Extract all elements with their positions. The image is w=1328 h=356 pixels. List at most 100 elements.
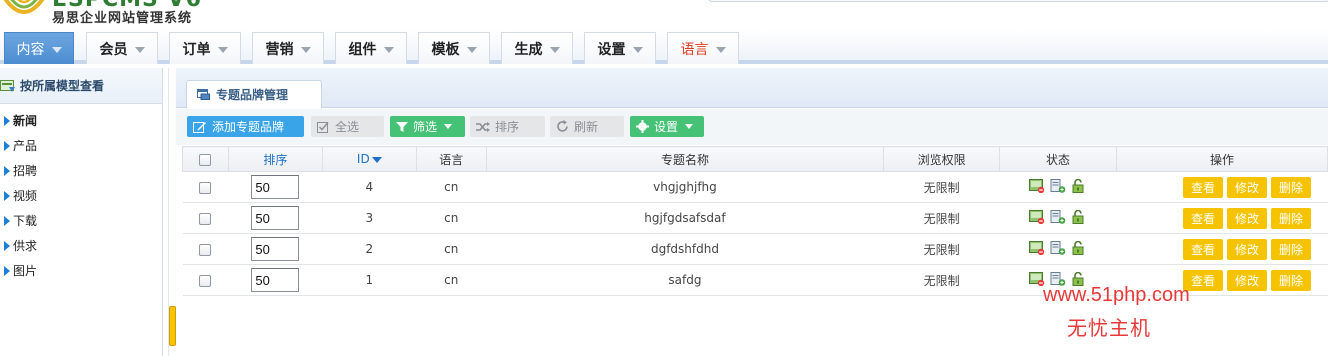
sort-button[interactable]: 排序 xyxy=(470,116,545,137)
status-icons xyxy=(1029,209,1087,224)
sidebar-collapse-handle[interactable] xyxy=(169,306,176,346)
nav-template[interactable]: 模板 xyxy=(418,32,490,64)
delete-button[interactable]: 删除 xyxy=(1270,238,1311,260)
sidebar-item-product[interactable]: 产品 xyxy=(0,133,162,158)
nav-content[interactable]: 内容 xyxy=(4,32,74,64)
view-button[interactable]: 查看 xyxy=(1182,238,1223,260)
unlock-icon[interactable] xyxy=(1071,178,1087,193)
row-actions: 查看 修改 删除 xyxy=(1182,176,1311,198)
operations-cell: 查看 修改 删除 xyxy=(1116,233,1328,265)
refresh-button[interactable]: 刷新 xyxy=(550,116,624,137)
checkbox-icon xyxy=(317,121,329,133)
id-cell: 2 xyxy=(322,233,417,265)
checkbox[interactable] xyxy=(199,153,212,166)
row-checkbox[interactable] xyxy=(199,212,212,225)
edit-button[interactable]: 修改 xyxy=(1226,238,1267,260)
nav-marketing[interactable]: 营销 xyxy=(252,32,324,64)
gear-icon xyxy=(636,120,649,133)
nav-member[interactable]: 会员 xyxy=(86,32,158,64)
permission-cell: 无限制 xyxy=(883,171,1000,203)
tab-bar: 专题品牌管理 xyxy=(176,68,1328,109)
unlock-icon[interactable] xyxy=(1071,209,1087,224)
table-body: 4cnvhgjghjfhg无限制查看修改删除3cnhgjfgdsafsdaf无限… xyxy=(182,171,1328,296)
triangle-right-icon xyxy=(4,140,10,151)
sidebar-title: 按所属模型查看 xyxy=(20,79,105,93)
header-id[interactable]: ID xyxy=(321,146,417,172)
sidebar-item-news[interactable]: 新闻 xyxy=(0,108,162,133)
header-operations: 操作 xyxy=(1115,146,1328,172)
chevron-down-icon xyxy=(549,46,560,53)
document-lock-icon[interactable] xyxy=(1050,209,1066,224)
chevron-down-icon xyxy=(444,124,453,129)
delete-button[interactable]: 删除 xyxy=(1270,176,1311,198)
row-checkbox[interactable] xyxy=(199,181,212,194)
image-icon[interactable] xyxy=(1029,178,1045,193)
filter-dropdown-button[interactable]: 筛选 xyxy=(390,116,465,137)
sidebar-item-download[interactable]: 下载 xyxy=(0,208,162,233)
settings-dropdown-button[interactable]: 设置 xyxy=(630,116,704,137)
nav-language[interactable]: 语言 xyxy=(667,32,739,64)
sort-order-input[interactable] xyxy=(251,175,300,199)
row-checkbox[interactable] xyxy=(199,274,212,287)
sort-cell xyxy=(228,171,323,203)
delete-button[interactable]: 删除 xyxy=(1270,269,1311,291)
operations-cell: 查看 修改 删除 xyxy=(1116,202,1328,234)
header-select-all[interactable] xyxy=(182,146,229,172)
topic-name-cell: vhgjghjfhg xyxy=(486,171,884,203)
row-actions: 查看 修改 删除 xyxy=(1182,269,1311,291)
chevron-down-icon xyxy=(383,46,394,53)
sort-cell xyxy=(228,202,323,234)
sort-order-input[interactable] xyxy=(251,206,300,230)
view-button[interactable]: 查看 xyxy=(1182,176,1223,198)
header-sort[interactable]: 排序 xyxy=(227,146,323,172)
filter-icon xyxy=(396,121,408,132)
language-cell: cn xyxy=(416,233,487,265)
tab-topic-brand[interactable]: 专题品牌管理 xyxy=(186,80,322,109)
sidebar-item-image[interactable]: 图片 xyxy=(0,258,162,283)
sidebar-item-recruit[interactable]: 招聘 xyxy=(0,158,162,183)
chevron-down-icon xyxy=(217,46,228,53)
image-icon[interactable] xyxy=(1029,209,1045,224)
status-cell xyxy=(999,171,1117,203)
nav-component[interactable]: 组件 xyxy=(335,32,407,64)
top-search-box[interactable] xyxy=(708,0,1328,2)
shuffle-icon xyxy=(476,121,490,132)
chevron-down-icon xyxy=(51,46,62,53)
triangle-right-icon xyxy=(4,165,10,176)
document-lock-icon[interactable] xyxy=(1050,178,1066,193)
sort-order-input[interactable] xyxy=(251,268,300,292)
document-lock-icon[interactable] xyxy=(1050,240,1066,255)
row-actions: 查看 修改 删除 xyxy=(1182,207,1311,229)
view-button[interactable]: 查看 xyxy=(1182,207,1223,229)
sort-cell xyxy=(228,264,323,296)
nav-generate[interactable]: 生成 xyxy=(501,32,573,64)
sort-order-input[interactable] xyxy=(251,237,300,261)
watermark-url: www.51php.com xyxy=(1043,284,1190,306)
watermark-text: 无忧主机 xyxy=(1067,316,1151,340)
row-checkbox[interactable] xyxy=(199,243,212,256)
refresh-icon xyxy=(557,120,568,132)
header-status: 状态 xyxy=(999,146,1117,172)
edit-button[interactable]: 修改 xyxy=(1226,176,1267,198)
row-select-cell xyxy=(182,264,229,296)
add-topic-brand-button[interactable]: 添加专题品牌 xyxy=(187,116,304,137)
unlock-icon[interactable] xyxy=(1071,240,1087,255)
sidebar-item-video[interactable]: 视频 xyxy=(0,183,162,208)
chevron-down-icon xyxy=(685,124,694,129)
language-cell: cn xyxy=(416,171,487,203)
delete-button[interactable]: 删除 xyxy=(1270,207,1311,229)
edit-button[interactable]: 修改 xyxy=(1226,269,1267,291)
edit-button[interactable]: 修改 xyxy=(1226,207,1267,229)
triangle-right-icon xyxy=(4,240,10,251)
select-all-button[interactable]: 全选 xyxy=(311,116,384,137)
header-permission: 浏览权限 xyxy=(883,146,1001,172)
sidebar-item-supply[interactable]: 供求 xyxy=(0,233,162,258)
status-cell xyxy=(999,202,1117,234)
image-icon[interactable] xyxy=(1029,240,1045,255)
row-select-cell xyxy=(182,202,229,234)
nav-settings[interactable]: 设置 xyxy=(584,32,656,64)
model-view-icon xyxy=(0,79,15,92)
toolbar: 添加专题品牌 全选 筛选 排序 刷新 设置 xyxy=(176,109,1328,145)
nav-order[interactable]: 订单 xyxy=(169,32,241,64)
permission-cell: 无限制 xyxy=(883,202,1000,234)
